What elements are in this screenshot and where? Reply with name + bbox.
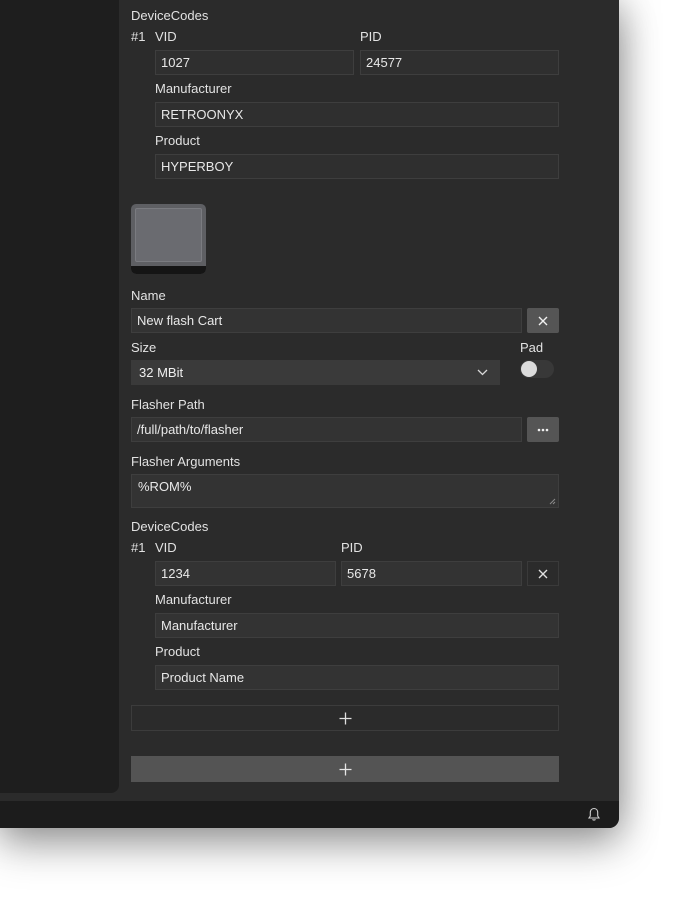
cartridge-base	[131, 266, 206, 274]
pid-label: PID	[341, 540, 363, 555]
add-device-code-button[interactable]	[131, 705, 559, 731]
manufacturer-field[interactable]: RETROONYX	[155, 102, 559, 127]
close-icon	[538, 569, 548, 578]
vid-label: VID	[155, 540, 177, 555]
close-icon	[538, 316, 548, 325]
plus-icon	[339, 712, 351, 724]
chevron-down-icon	[477, 369, 488, 376]
device-code-index: #1	[131, 29, 146, 44]
manufacturer-label: Manufacturer	[155, 81, 232, 96]
add-cart-button[interactable]	[131, 756, 559, 782]
device-codes-heading: DeviceCodes	[131, 8, 209, 23]
size-label: Size	[131, 340, 157, 355]
vid-label: VID	[155, 29, 177, 44]
plus-icon	[339, 763, 351, 775]
size-select-value: 32 MBit	[139, 365, 184, 380]
product-label: Product	[155, 133, 200, 148]
product-label: Product	[155, 644, 200, 659]
flasher-path-label: Flasher Path	[131, 397, 205, 412]
product-field[interactable]: HYPERBOY	[155, 154, 559, 179]
remove-device-code-button[interactable]	[527, 561, 559, 586]
cartridge-image[interactable]	[131, 204, 206, 274]
app-window: DeviceCodes #1 VID PID 1027 24577 Manufa…	[0, 0, 619, 828]
flasher-arguments-value: %ROM%	[138, 479, 192, 494]
device-code-index: #1	[131, 540, 146, 555]
flasher-path-field[interactable]: /full/path/to/flasher	[131, 417, 522, 442]
browse-flasher-button[interactable]	[527, 417, 559, 442]
name-field[interactable]: New flash Cart	[131, 308, 522, 333]
manufacturer-label: Manufacturer	[155, 592, 232, 607]
name-label: Name	[131, 288, 166, 303]
manufacturer-field[interactable]: Manufacturer	[155, 613, 559, 638]
status-bar	[0, 801, 619, 828]
product-field[interactable]: Product Name	[155, 665, 559, 690]
pad-label: Pad	[520, 340, 544, 355]
pad-toggle[interactable]	[520, 360, 554, 378]
vid-field[interactable]: 1027	[155, 50, 354, 75]
flasher-arguments-label: Flasher Arguments	[131, 454, 241, 469]
ellipsis-icon	[537, 428, 549, 431]
pid-label: PID	[360, 29, 382, 44]
flasher-arguments-field[interactable]: %ROM%	[131, 474, 559, 508]
sidebar	[0, 0, 119, 793]
pid-field[interactable]: 24577	[360, 50, 559, 75]
pad-toggle-knob	[521, 361, 537, 377]
resize-handle-icon[interactable]	[549, 498, 556, 505]
size-select[interactable]: 32 MBit	[131, 360, 500, 385]
device-codes-heading: DeviceCodes	[131, 519, 209, 534]
pid-field[interactable]: 5678	[341, 561, 522, 586]
remove-cart-button[interactable]	[527, 308, 559, 333]
cartridge-label-area	[135, 208, 202, 262]
cart-editor: DeviceCodes #1 VID PID 1027 24577 Manufa…	[131, 0, 559, 793]
vid-field[interactable]: 1234	[155, 561, 336, 586]
bell-icon[interactable]	[587, 807, 601, 822]
